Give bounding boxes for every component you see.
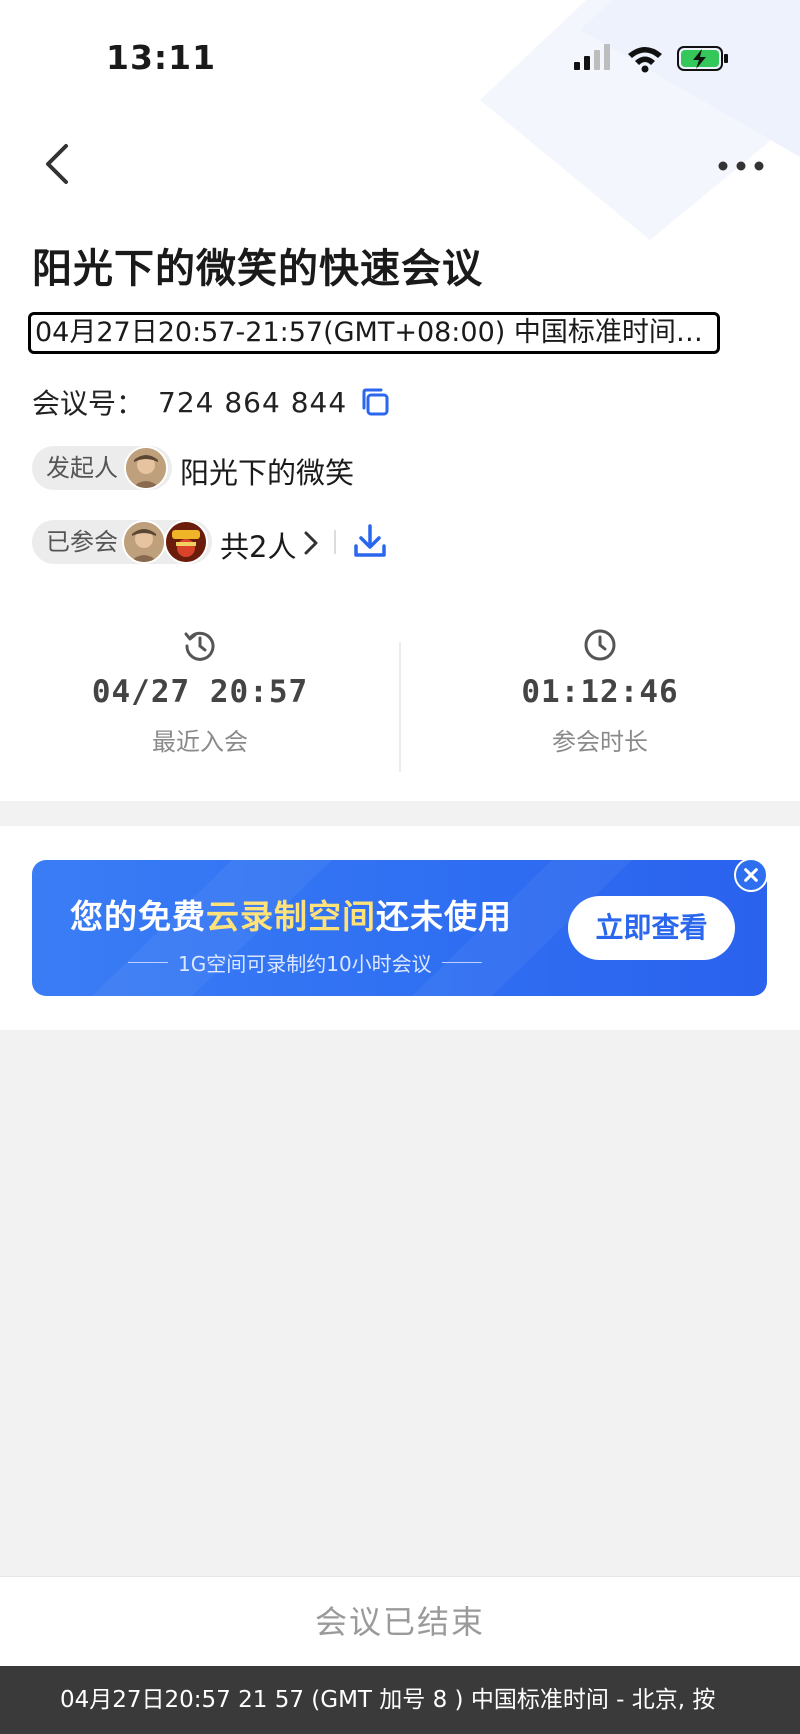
accessibility-caption: 04月27日20:57 21 57 (GMT 加号 8 ) 中国标准时间 - 北… xyxy=(0,1666,800,1734)
clock-icon xyxy=(584,629,616,661)
host-label: 发起人 xyxy=(46,454,118,482)
stat-recent-join: 04/27 20:57 最近入会 xyxy=(0,628,400,757)
promo-section: 您的免费云录制空间还未使用 1G空间可录制约10小时会议 立即查看 xyxy=(0,826,800,1030)
meeting-time-range: 04月27日20:57-21:57(GMT+08:00) 中国标准时间… xyxy=(28,312,720,354)
host-name: 阳光下的微笑 xyxy=(180,456,355,490)
view-now-button[interactable]: 立即查看 xyxy=(568,896,735,960)
history-icon xyxy=(184,631,215,661)
close-icon[interactable] xyxy=(734,858,768,892)
more-icon[interactable] xyxy=(716,150,766,180)
status-icons xyxy=(572,42,732,80)
copy-icon[interactable] xyxy=(359,386,391,418)
meeting-number-row: 会议号： 724 864 844 xyxy=(32,382,391,422)
meeting-title: 阳光下的微笑的快速会议 xyxy=(32,246,483,292)
duration-value: 01:12:46 xyxy=(521,674,679,710)
participant-avatar xyxy=(164,520,208,564)
status-time: 13:11 xyxy=(106,38,217,77)
status-bar: 13:11 xyxy=(0,0,800,110)
promo-headline-pre: 您的免费 xyxy=(70,897,206,936)
promo-headline-highlight: 云录制空间 xyxy=(206,897,376,936)
back-icon[interactable] xyxy=(36,138,80,190)
meeting-detail-panel: 13:11 阳光下的微笑的快速会议 04月27日20:57-21:57(GMT+… xyxy=(0,0,800,801)
promo-subtitle: 1G空间可录制约10小时会议 xyxy=(118,948,492,977)
chevron-right-icon[interactable] xyxy=(300,527,322,559)
host-avatar xyxy=(124,446,168,490)
meeting-number: 724 864 844 xyxy=(158,385,348,419)
promo-subtitle-text: 1G空间可录制约10小时会议 xyxy=(178,952,432,976)
cloud-recording-banner[interactable]: 您的免费云录制空间还未使用 1G空间可录制约10小时会议 立即查看 xyxy=(32,860,767,996)
participant-avatar xyxy=(122,520,166,564)
divider xyxy=(334,530,336,554)
participant-count[interactable]: 共2人 xyxy=(220,524,296,566)
meeting-number-label: 会议号： xyxy=(32,387,145,420)
duration-label: 参会时长 xyxy=(552,728,648,756)
promo-headline-post: 还未使用 xyxy=(376,897,512,936)
stat-duration: 01:12:46 参会时长 xyxy=(400,628,800,757)
joined-label: 已参会 xyxy=(46,528,118,556)
recent-join-value: 04/27 20:57 xyxy=(91,674,309,710)
signal-icon xyxy=(574,44,728,73)
promo-headline: 您的免费云录制空间还未使用 xyxy=(70,890,512,938)
recent-join-label: 最近入会 xyxy=(152,728,248,756)
meeting-ended-status: 会议已结束 xyxy=(0,1576,800,1667)
download-icon[interactable] xyxy=(352,522,388,560)
